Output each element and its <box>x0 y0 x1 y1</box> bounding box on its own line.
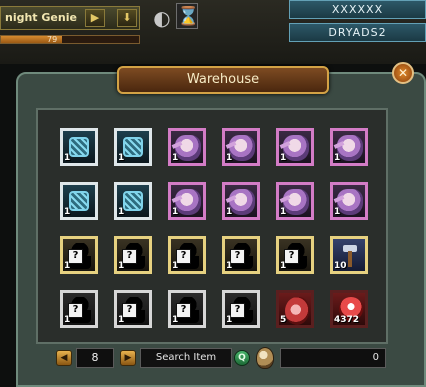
elf-portrait-icon <box>229 189 255 215</box>
prev-page-button[interactable]: ◀ <box>56 350 72 366</box>
item-count: 1 <box>172 207 179 217</box>
item-count: 1 <box>226 261 233 271</box>
page-number: 8 <box>76 348 114 368</box>
item-slot[interactable]: 1 <box>60 128 98 166</box>
window-title: Warehouse <box>117 66 329 94</box>
elf-portrait-icon <box>175 189 201 215</box>
item-slot[interactable]: 1 <box>114 182 152 220</box>
moon-icon[interactable]: ◐ <box>150 6 174 30</box>
item-count: 1 <box>118 153 125 163</box>
genie-name: night Genie <box>5 11 77 24</box>
item-count: 1 <box>172 315 179 325</box>
close-button[interactable]: ✕ <box>392 62 414 84</box>
elf-portrait-icon <box>229 135 255 161</box>
item-count: 1 <box>226 207 233 217</box>
item-slot[interactable]: 1 <box>60 182 98 220</box>
elf-portrait-icon <box>337 135 363 161</box>
next-page-button[interactable]: ▶ <box>120 350 136 366</box>
item-count: 10 <box>334 261 347 271</box>
down-button[interactable]: ⬇ <box>117 9 137 27</box>
item-count: 1 <box>226 153 233 163</box>
item-slot[interactable]: 1 <box>330 182 368 220</box>
item-count: 1 <box>64 261 71 271</box>
egg-icon[interactable] <box>256 347 274 369</box>
slot-grid: 1 1 1 1 1 1 1 1 1 1 1 1? 1? 1? 1? 1? 1 10? 1? 1? 1? 1 5 4372 <box>36 108 388 344</box>
item-slot[interactable]: 4372 <box>330 290 368 328</box>
item-slot[interactable]: ? 1 <box>222 290 260 328</box>
elf-portrait-icon <box>337 189 363 215</box>
item-slot[interactable]: ? 1 <box>168 290 206 328</box>
genie-panel: night Genie ▶ ⬇ <box>0 6 140 30</box>
item-slot[interactable]: ? 1 <box>222 236 260 274</box>
hourglass-icon[interactable]: ⌛ <box>176 3 199 29</box>
elf-portrait-icon <box>175 135 201 161</box>
item-count: 5 <box>280 315 287 325</box>
item-count: 1 <box>280 207 287 217</box>
item-slot[interactable]: ? 1 <box>114 290 152 328</box>
hand-wrap-icon <box>123 137 143 157</box>
item-count: 1 <box>334 207 341 217</box>
search-icon[interactable]: Q <box>234 350 250 366</box>
item-slot[interactable]: 1 <box>276 182 314 220</box>
item-slot[interactable]: 1 <box>114 128 152 166</box>
item-slot[interactable]: 1 <box>276 128 314 166</box>
elf-portrait-icon <box>283 135 309 161</box>
item-count: 1 <box>64 207 71 217</box>
item-count: 1 <box>64 153 71 163</box>
item-slot[interactable]: 1 <box>222 182 260 220</box>
item-slot[interactable]: ? 1 <box>60 236 98 274</box>
hand-wrap-icon <box>69 191 89 211</box>
item-slot[interactable]: 1 <box>330 128 368 166</box>
item-count: 1 <box>64 315 71 325</box>
item-count: 1 <box>226 315 233 325</box>
hp-value: 79 <box>47 35 58 44</box>
hand-wrap-icon <box>69 137 89 157</box>
gold-field: 0 <box>280 348 386 368</box>
party-name-2[interactable]: DRYADS2 <box>289 23 426 42</box>
search-item-button[interactable]: Search Item <box>140 348 232 368</box>
item-count: 1 <box>118 261 125 271</box>
item-count: 1 <box>172 153 179 163</box>
ear-icon <box>285 297 309 325</box>
item-count: 4372 <box>334 315 360 325</box>
item-count: 1 <box>280 153 287 163</box>
item-count: 1 <box>280 261 287 271</box>
item-slot[interactable]: 1 <box>168 182 206 220</box>
warehouse-footer: ◀ 8 ▶ Search Item Q 0 <box>36 344 388 378</box>
item-slot[interactable]: ? 1 <box>60 290 98 328</box>
item-slot[interactable]: 1 <box>168 128 206 166</box>
item-slot[interactable]: ? 1 <box>276 236 314 274</box>
item-slot[interactable]: 1 <box>222 128 260 166</box>
game-hud: night Genie ▶ ⬇ 79 ◐ ⌛ XXXXXX DRYADS2 <box>0 0 426 64</box>
item-slot[interactable]: 5 <box>276 290 314 328</box>
hand-wrap-icon <box>123 191 143 211</box>
hp-bar: 79 <box>0 35 140 44</box>
item-count: 1 <box>118 315 125 325</box>
item-slot[interactable]: ? 1 <box>114 236 152 274</box>
party-name-1[interactable]: XXXXXX <box>289 0 426 19</box>
item-slot[interactable]: ? 1 <box>168 236 206 274</box>
item-count: 1 <box>334 153 341 163</box>
item-count: 1 <box>172 261 179 271</box>
item-count: 1 <box>118 207 125 217</box>
item-slot[interactable]: 10 <box>330 236 368 274</box>
play-button[interactable]: ▶ <box>85 9 105 27</box>
elf-portrait-icon <box>283 189 309 215</box>
